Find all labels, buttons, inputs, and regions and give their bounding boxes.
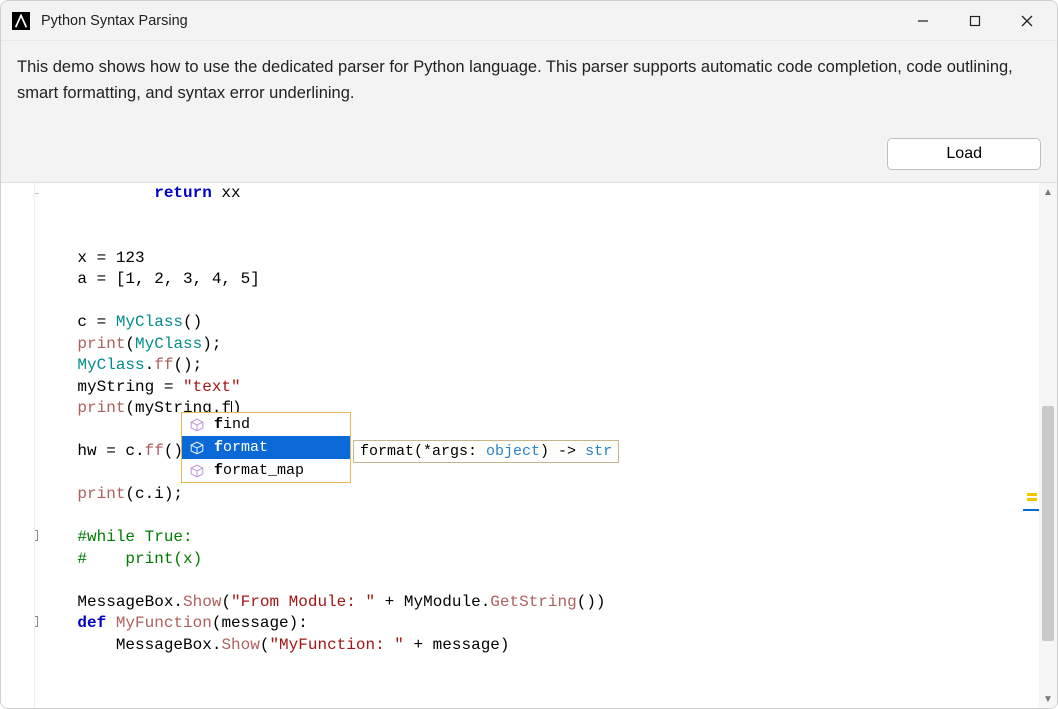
code-line[interactable]: MessageBox.Show("From Module: " + MyModu… <box>39 592 1057 614</box>
load-button[interactable]: Load <box>887 138 1041 170</box>
code-line[interactable] <box>39 291 1057 313</box>
code-line[interactable]: MyClass.ff(); <box>39 355 1057 377</box>
overview-change-mark <box>1027 498 1037 501</box>
code-line[interactable]: return xx <box>39 183 1057 205</box>
code-line[interactable]: c = MyClass() <box>39 312 1057 334</box>
window-title: Python Syntax Parsing <box>41 13 897 29</box>
code-line[interactable]: a = [1, 2, 3, 4, 5] <box>39 269 1057 291</box>
outline-toggle-icon[interactable]: − <box>35 530 38 541</box>
scroll-up-icon[interactable]: ▲ <box>1039 183 1057 201</box>
autocomplete-item-label: format <box>214 439 268 456</box>
code-line[interactable]: MessageBox.Show("MyFunction: " + message… <box>39 635 1057 657</box>
code-line[interactable] <box>39 205 1057 227</box>
tooltip-rettype: str <box>585 443 612 460</box>
code-line[interactable]: x = 123 <box>39 248 1057 270</box>
code-line[interactable]: # print(x) <box>39 549 1057 571</box>
code-editor[interactable]: return xx x = 123 a = [1, 2, 3, 4, 5] c … <box>1 183 1057 708</box>
code-line[interactable] <box>39 570 1057 592</box>
close-button[interactable] <box>1001 1 1053 41</box>
scrollbar-thumb[interactable] <box>1042 406 1054 641</box>
tooltip-mid: ) -> <box>540 443 585 460</box>
autocomplete-item-label: format_map <box>214 462 304 479</box>
scrollbar-track[interactable] <box>1039 201 1057 690</box>
autocomplete-popup[interactable]: find format format_map <box>181 412 351 483</box>
minimize-button[interactable] <box>897 1 949 41</box>
overview-ruler <box>1025 183 1039 708</box>
signature-tooltip: format(*args: object) -> str <box>353 440 619 463</box>
description-text: This demo shows how to use the dedicated… <box>17 55 1041 106</box>
method-icon <box>190 418 204 432</box>
code-line[interactable]: print(c.i); <box>39 484 1057 506</box>
code-line[interactable] <box>39 506 1057 528</box>
header-panel: This demo shows how to use the dedicated… <box>1 41 1057 183</box>
scroll-down-icon[interactable]: ▼ <box>1039 690 1057 708</box>
titlebar: Python Syntax Parsing <box>1 1 1057 41</box>
gutter-left <box>1 183 35 708</box>
autocomplete-item[interactable]: find <box>182 413 350 436</box>
app-icon <box>11 11 31 31</box>
tooltip-pre: format(*args: <box>360 443 486 460</box>
method-icon <box>190 464 204 478</box>
code-line[interactable] <box>39 226 1057 248</box>
tooltip-argtype: object <box>486 443 540 460</box>
maximize-button[interactable] <box>949 1 1001 41</box>
autocomplete-item[interactable]: format <box>182 436 350 459</box>
code-line[interactable]: myString = "text" <box>39 377 1057 399</box>
autocomplete-item[interactable]: format_map <box>182 459 350 482</box>
autocomplete-item-label: find <box>214 416 250 433</box>
vertical-scrollbar[interactable]: ▲ ▼ <box>1039 183 1057 708</box>
app-window: Python Syntax Parsing This demo shows ho… <box>0 0 1058 709</box>
method-icon <box>190 441 204 455</box>
code-line[interactable]: − #while True: <box>39 527 1057 549</box>
code-line[interactable]: print(MyClass); <box>39 334 1057 356</box>
overview-change-mark <box>1027 493 1037 496</box>
code-line[interactable]: − def MyFunction(message): <box>39 613 1057 635</box>
outline-toggle-icon[interactable]: − <box>35 616 38 627</box>
